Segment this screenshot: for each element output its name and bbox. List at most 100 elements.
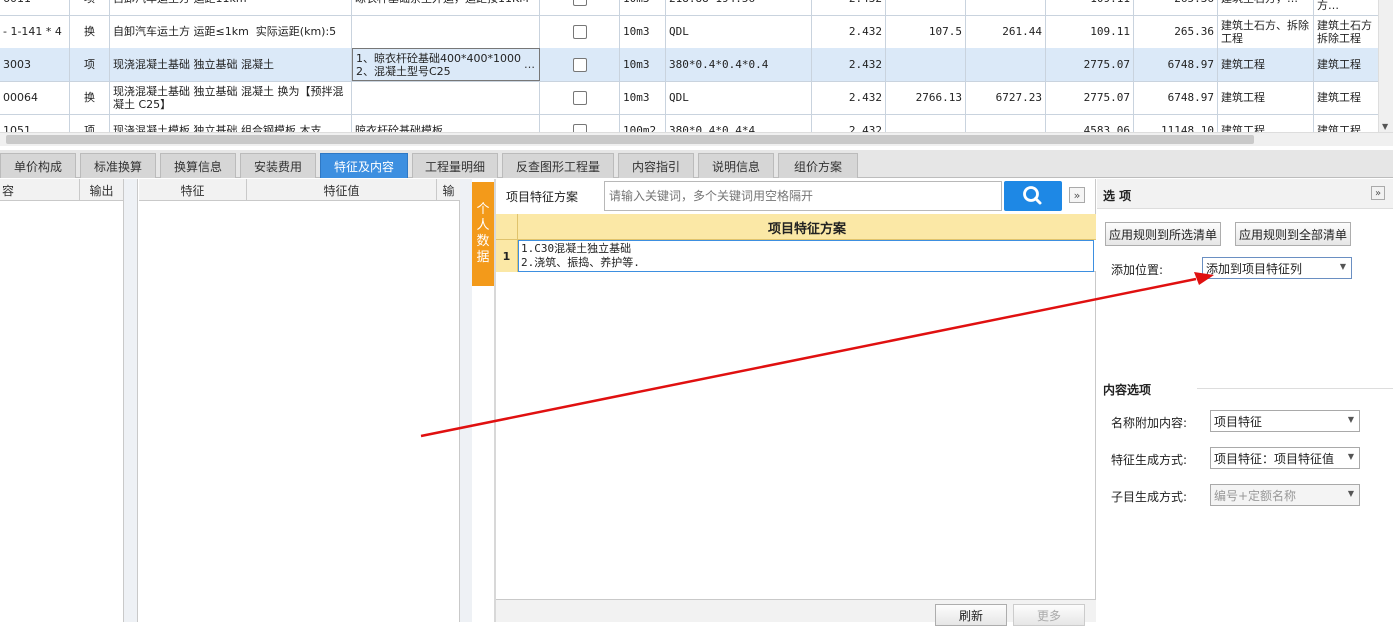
- cell-cat[interactable]: 建筑土石方…: [1314, 0, 1379, 15]
- tab-quantity-detail[interactable]: 工程量明细: [412, 153, 498, 178]
- cell-desc[interactable]: [352, 81, 540, 114]
- tab-reverse-lookup[interactable]: 反查图形工程量: [502, 153, 614, 178]
- cell-cat[interactable]: 建筑工程: [1314, 114, 1379, 132]
- apply-all-button[interactable]: 应用规则到全部清单: [1235, 222, 1351, 246]
- cell-desc[interactable]: 晾衣杆基础余土外运，运距按11KM: [352, 0, 540, 15]
- cell-major[interactable]: 建筑土石方、拆除工程: [1218, 15, 1314, 48]
- cell-c2[interactable]: 261.44: [966, 15, 1046, 48]
- cell-code[interactable]: - 1-141 * 4: [0, 15, 70, 48]
- tab-pricing-scheme[interactable]: 组价方案: [778, 153, 858, 178]
- cell-c1[interactable]: 2766.13: [886, 81, 966, 114]
- cell-price[interactable]: 109.11: [1046, 0, 1134, 15]
- panel-divider[interactable]: [460, 179, 472, 622]
- scheme-row[interactable]: 1 1.C30混凝土独立基础 2.浇筑、振捣、养护等.: [496, 240, 1096, 272]
- cell-total[interactable]: 265.36: [1134, 0, 1218, 15]
- refresh-button[interactable]: 刷新: [935, 604, 1007, 626]
- cell-code[interactable]: 6011: [0, 0, 70, 15]
- cell-unit[interactable]: 10m3: [620, 0, 666, 15]
- cell-code[interactable]: 3003: [0, 48, 70, 81]
- cell-c2[interactable]: [966, 48, 1046, 81]
- row-checkbox-cell[interactable]: [540, 15, 620, 48]
- cell-expr[interactable]: 380*0.4*0.4*4: [666, 114, 812, 132]
- cell-price[interactable]: 2775.07: [1046, 48, 1134, 81]
- cell-type[interactable]: 项: [70, 0, 110, 15]
- cell-expr[interactable]: 218.88-194.56: [666, 0, 812, 15]
- cell-c1[interactable]: 107.5: [886, 15, 966, 48]
- cell-major[interactable]: 建筑土石方，…: [1218, 0, 1314, 15]
- apply-selected-button[interactable]: 应用规则到所选清单: [1105, 222, 1221, 246]
- cell-qty[interactable]: 2.432: [812, 15, 886, 48]
- row-checkbox[interactable]: [572, 57, 587, 72]
- cell-cat[interactable]: 建筑工程: [1314, 81, 1379, 114]
- row-checkbox[interactable]: [572, 90, 587, 105]
- personal-data-tab[interactable]: 个人数据: [472, 182, 494, 286]
- cell-name[interactable]: 自卸汽车运土方 运距≤1km 实际运距(km):5: [110, 15, 352, 48]
- cell-qty[interactable]: 2.432: [812, 48, 886, 81]
- cell-cat[interactable]: 建筑土石方拆除工程: [1314, 15, 1379, 48]
- cell-total[interactable]: 11148.10: [1134, 114, 1218, 132]
- cell-price[interactable]: 4583.06: [1046, 114, 1134, 132]
- tab-description[interactable]: 说明信息: [698, 153, 774, 178]
- table-row[interactable]: - 1-141 * 4 换 自卸汽车运土方 运距≤1km 实际运距(km):5 10m…: [0, 15, 1393, 49]
- cell-type[interactable]: 换: [70, 15, 110, 48]
- vertical-scrollbar[interactable]: ▼: [1378, 0, 1393, 132]
- cell-major[interactable]: 建筑工程: [1218, 48, 1314, 81]
- cell-type[interactable]: 换: [70, 81, 110, 114]
- tab-unit-price[interactable]: 单价构成: [0, 153, 76, 178]
- sub-gen-select[interactable]: 编号+定额名称 ▼: [1210, 484, 1360, 506]
- tab-content-guide[interactable]: 内容指引: [618, 153, 694, 178]
- cell-unit[interactable]: 100m2: [620, 114, 666, 132]
- name-append-select[interactable]: 项目特征 ▼: [1210, 410, 1360, 432]
- cell-c2[interactable]: 6727.23: [966, 81, 1046, 114]
- horizontal-scrollbar[interactable]: [0, 132, 1393, 146]
- scheme-search-input[interactable]: [604, 181, 1002, 211]
- tab-conversion-info[interactable]: 换算信息: [160, 153, 236, 178]
- expand-icon[interactable]: »: [1069, 187, 1085, 203]
- cell-total[interactable]: 265.36: [1134, 15, 1218, 48]
- cell-type[interactable]: 项: [70, 48, 110, 81]
- tab-install-fee[interactable]: 安装费用: [240, 153, 316, 178]
- cell-c2[interactable]: [966, 0, 1046, 15]
- cell-qty[interactable]: 2.432: [812, 0, 886, 15]
- cell-name[interactable]: 自卸汽车运土方 运距11km: [110, 0, 352, 15]
- add-position-select[interactable]: 添加到项目特征列 ▼: [1202, 257, 1352, 279]
- tab-standard-conversion[interactable]: 标准换算: [80, 153, 156, 178]
- collapse-icon[interactable]: »: [1371, 186, 1385, 200]
- cell-desc[interactable]: [352, 15, 540, 48]
- cell-type[interactable]: 项: [70, 114, 110, 132]
- cell-total[interactable]: 6748.97: [1134, 81, 1218, 114]
- scheme-row-text-cell[interactable]: 1.C30混凝土独立基础 2.浇筑、振捣、养护等.: [518, 240, 1094, 272]
- cell-c1[interactable]: [886, 114, 966, 132]
- cell-price[interactable]: 109.11: [1046, 15, 1134, 48]
- cell-c2[interactable]: [966, 114, 1046, 132]
- cell-name[interactable]: 现浇混凝土基础 独立基础 混凝土: [110, 48, 352, 81]
- cell-qty[interactable]: 2.432: [812, 114, 886, 132]
- cell-major[interactable]: 建筑工程: [1218, 114, 1314, 132]
- cell-expr[interactable]: 380*0.4*0.4*0.4: [666, 48, 812, 81]
- row-checkbox-cell[interactable]: [540, 48, 620, 81]
- cell-c1[interactable]: [886, 0, 966, 15]
- table-row[interactable]: 00064 换 现浇混凝土基础 独立基础 混凝土 换为【预拌混凝土 C25】 10m3…: [0, 81, 1393, 115]
- cell-qty[interactable]: 2.432: [812, 81, 886, 114]
- search-button[interactable]: [1004, 181, 1062, 211]
- cell-name[interactable]: 现浇混凝土基础 独立基础 混凝土 换为【预拌混凝土 C25】: [110, 81, 352, 114]
- table-row[interactable]: 3003 项 现浇混凝土基础 独立基础 混凝土 1、晾衣杆砼基础400*400*100…: [0, 48, 1393, 82]
- cell-unit[interactable]: 10m3: [620, 48, 666, 81]
- row-checkbox[interactable]: [572, 0, 587, 6]
- more-button[interactable]: 更多: [1013, 604, 1085, 626]
- cell-major[interactable]: 建筑工程: [1218, 81, 1314, 114]
- table-row[interactable]: 6011 项 自卸汽车运土方 运距11km 晾衣杆基础余土外运，运距按11KM 10m3…: [0, 0, 1393, 16]
- panel-divider[interactable]: [124, 179, 138, 622]
- cell-code[interactable]: 00064: [0, 81, 70, 114]
- cell-name[interactable]: 现浇混凝土模板 独立基础 组合钢模板 木支: [110, 114, 352, 132]
- row-checkbox[interactable]: [572, 123, 587, 132]
- cell-desc[interactable]: 1、晾衣杆砼基础400*400*1000 2、混凝土型号C25…: [352, 48, 540, 81]
- ellipsis-icon[interactable]: …: [524, 58, 535, 71]
- cell-cat[interactable]: 建筑工程: [1314, 48, 1379, 81]
- cell-c1[interactable]: [886, 48, 966, 81]
- cell-unit[interactable]: 10m3: [620, 15, 666, 48]
- row-checkbox[interactable]: [572, 24, 587, 39]
- cell-price[interactable]: 2775.07: [1046, 81, 1134, 114]
- cell-unit[interactable]: 10m3: [620, 81, 666, 114]
- cell-desc[interactable]: 晾衣杆砼基础模板: [352, 114, 540, 132]
